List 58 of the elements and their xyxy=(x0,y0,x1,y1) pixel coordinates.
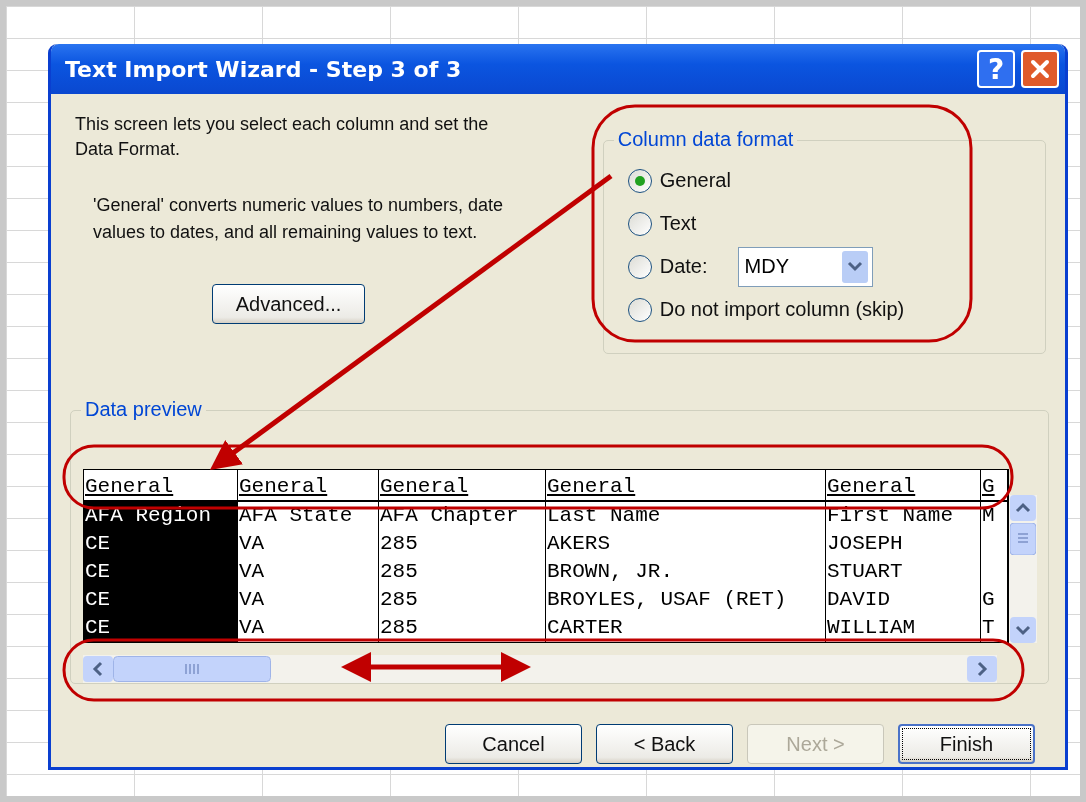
column-header[interactable]: General xyxy=(379,470,546,500)
explanation-text: 'General' converts numeric values to numbers, date values to dates, and all remaining values to text. xyxy=(93,194,505,244)
dialog-button[interactable]: < Back xyxy=(596,724,733,764)
radio-label: Do not import column (skip) xyxy=(659,298,905,321)
group-legend: Data preview xyxy=(81,398,206,421)
column-header[interactable]: General xyxy=(84,470,238,500)
table-cell: VA xyxy=(238,530,379,558)
radio-button[interactable] xyxy=(627,254,652,279)
table-cell: AKERS xyxy=(546,530,826,558)
window-title: Text Import Wizard - Step 3 of 3 xyxy=(65,56,463,82)
scroll-up-icon[interactable] xyxy=(1010,495,1036,521)
advanced-button[interactable]: Advanced... xyxy=(212,284,365,324)
table-cell: CE xyxy=(84,530,238,558)
column-header[interactable]: G xyxy=(981,470,1008,500)
table-cell: M xyxy=(981,502,1008,530)
table-cell: 285 xyxy=(379,530,546,558)
table-cell: 285 xyxy=(379,586,546,614)
intro-text: This screen lets you select each column and set the Data Format. xyxy=(75,113,490,161)
table-cell: BROWN, JR. xyxy=(546,558,826,586)
table-cell: STUART xyxy=(826,558,981,586)
table-cell: VA xyxy=(238,558,379,586)
table-cell: T xyxy=(981,614,1008,642)
table-cell: DAVID xyxy=(826,586,981,614)
scroll-right-icon[interactable] xyxy=(967,656,997,682)
date-format-dropdown[interactable]: MDY xyxy=(737,246,873,287)
table-cell: VA xyxy=(238,586,379,614)
radio-label: General xyxy=(659,169,731,192)
radio-label: Text xyxy=(659,212,697,235)
table-cell: G xyxy=(981,586,1008,614)
close-button[interactable] xyxy=(1021,50,1059,88)
table-cell: CE xyxy=(84,614,238,642)
dialog-button[interactable]: Cancel xyxy=(445,724,582,764)
column-header[interactable]: General xyxy=(546,470,826,500)
scroll-thumb-icon[interactable] xyxy=(113,656,271,682)
table-cell: VA xyxy=(238,614,379,642)
dialog-button[interactable]: Finish xyxy=(898,724,1035,764)
radio-button[interactable] xyxy=(627,168,652,193)
table-cell: 285 xyxy=(379,614,546,642)
table-cell: CARTER xyxy=(546,614,826,642)
scroll-left-icon[interactable] xyxy=(83,656,113,682)
scroll-thumb-icon[interactable] xyxy=(1010,523,1036,555)
table-cell: JOSEPH xyxy=(826,530,981,558)
table-cell: CE xyxy=(84,586,238,614)
radio-button[interactable] xyxy=(627,297,652,322)
vertical-scrollbar[interactable] xyxy=(1009,495,1037,643)
column-header[interactable]: General xyxy=(238,470,379,500)
table-cell: CE xyxy=(84,558,238,586)
table-cell: 285 xyxy=(379,558,546,586)
table-cell: BROYLES, USAF (RET) xyxy=(546,586,826,614)
table-cell: Last Name xyxy=(546,502,826,530)
radio-button[interactable] xyxy=(627,211,652,236)
close-icon xyxy=(1029,58,1051,80)
help-button[interactable]: ? xyxy=(977,50,1015,88)
radio-label: Date: xyxy=(659,255,708,278)
scroll-down-icon[interactable] xyxy=(1010,617,1036,643)
table-cell: WILLIAM xyxy=(826,614,981,642)
horizontal-scrollbar[interactable] xyxy=(83,655,997,683)
column-header[interactable]: General xyxy=(826,470,981,500)
